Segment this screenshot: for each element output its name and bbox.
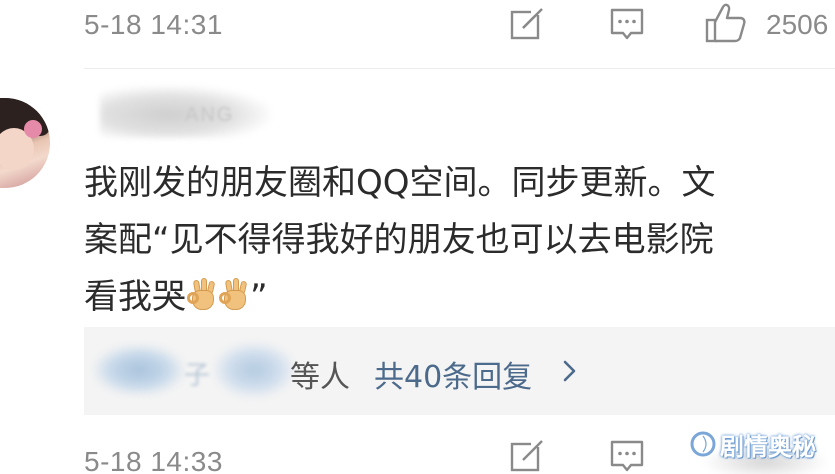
- comment-icon[interactable]: [609, 439, 645, 474]
- ok-hand-icon: [186, 278, 218, 312]
- replier-redacted-1: [94, 345, 184, 395]
- comment-line-1: 我刚发的朋友圈和QQ空间。同步更新。文: [84, 163, 716, 203]
- watermark-logo-icon: [690, 431, 716, 457]
- share-icon[interactable]: [509, 6, 545, 42]
- weibo-comment-screen: 5-18 14:31 2506 ANG 我刚发的朋友圈和QQ空间。同步更新。文 …: [0, 0, 835, 474]
- comment-line-3: 看我哭 ”: [84, 269, 824, 326]
- watermark: 剧情奥秘: [690, 426, 816, 462]
- comment-icon[interactable]: [609, 7, 645, 45]
- watermark-text: 剧情奥秘: [720, 432, 816, 461]
- comment-line-3-start: 看我哭: [84, 277, 186, 317]
- thumbs-up-icon[interactable]: [704, 2, 748, 44]
- comment-line-2: 案配“见不得得我好的朋友也可以去电影院: [84, 220, 714, 260]
- avatar[interactable]: [0, 98, 50, 188]
- share-icon[interactable]: [509, 438, 545, 474]
- comment-line-3-end: ”: [250, 277, 268, 317]
- replies-preview[interactable]: 子 等人 共40条回复: [84, 327, 835, 415]
- comment-timestamp: 5-18 14:31: [84, 9, 223, 40]
- chevron-right-icon[interactable]: [562, 359, 578, 383]
- replier-redacted-2: [214, 343, 294, 397]
- comment-body: 我刚发的朋友圈和QQ空间。同步更新。文 案配“见不得得我好的朋友也可以去电影院 …: [84, 155, 824, 326]
- like-count: 2506: [766, 9, 829, 40]
- replies-suffix: 等人: [290, 360, 350, 395]
- comment-divider: [84, 68, 835, 69]
- view-replies-link[interactable]: 共40条回复: [374, 352, 532, 396]
- previous-comment-meta-row: 5-18 14:31 2506: [0, 0, 835, 60]
- ok-hand-icon: [218, 278, 250, 312]
- replier-partial: 子: [184, 361, 211, 391]
- username-partial: ANG: [185, 104, 235, 126]
- comment-timestamp: 5-18 14:33: [84, 446, 223, 474]
